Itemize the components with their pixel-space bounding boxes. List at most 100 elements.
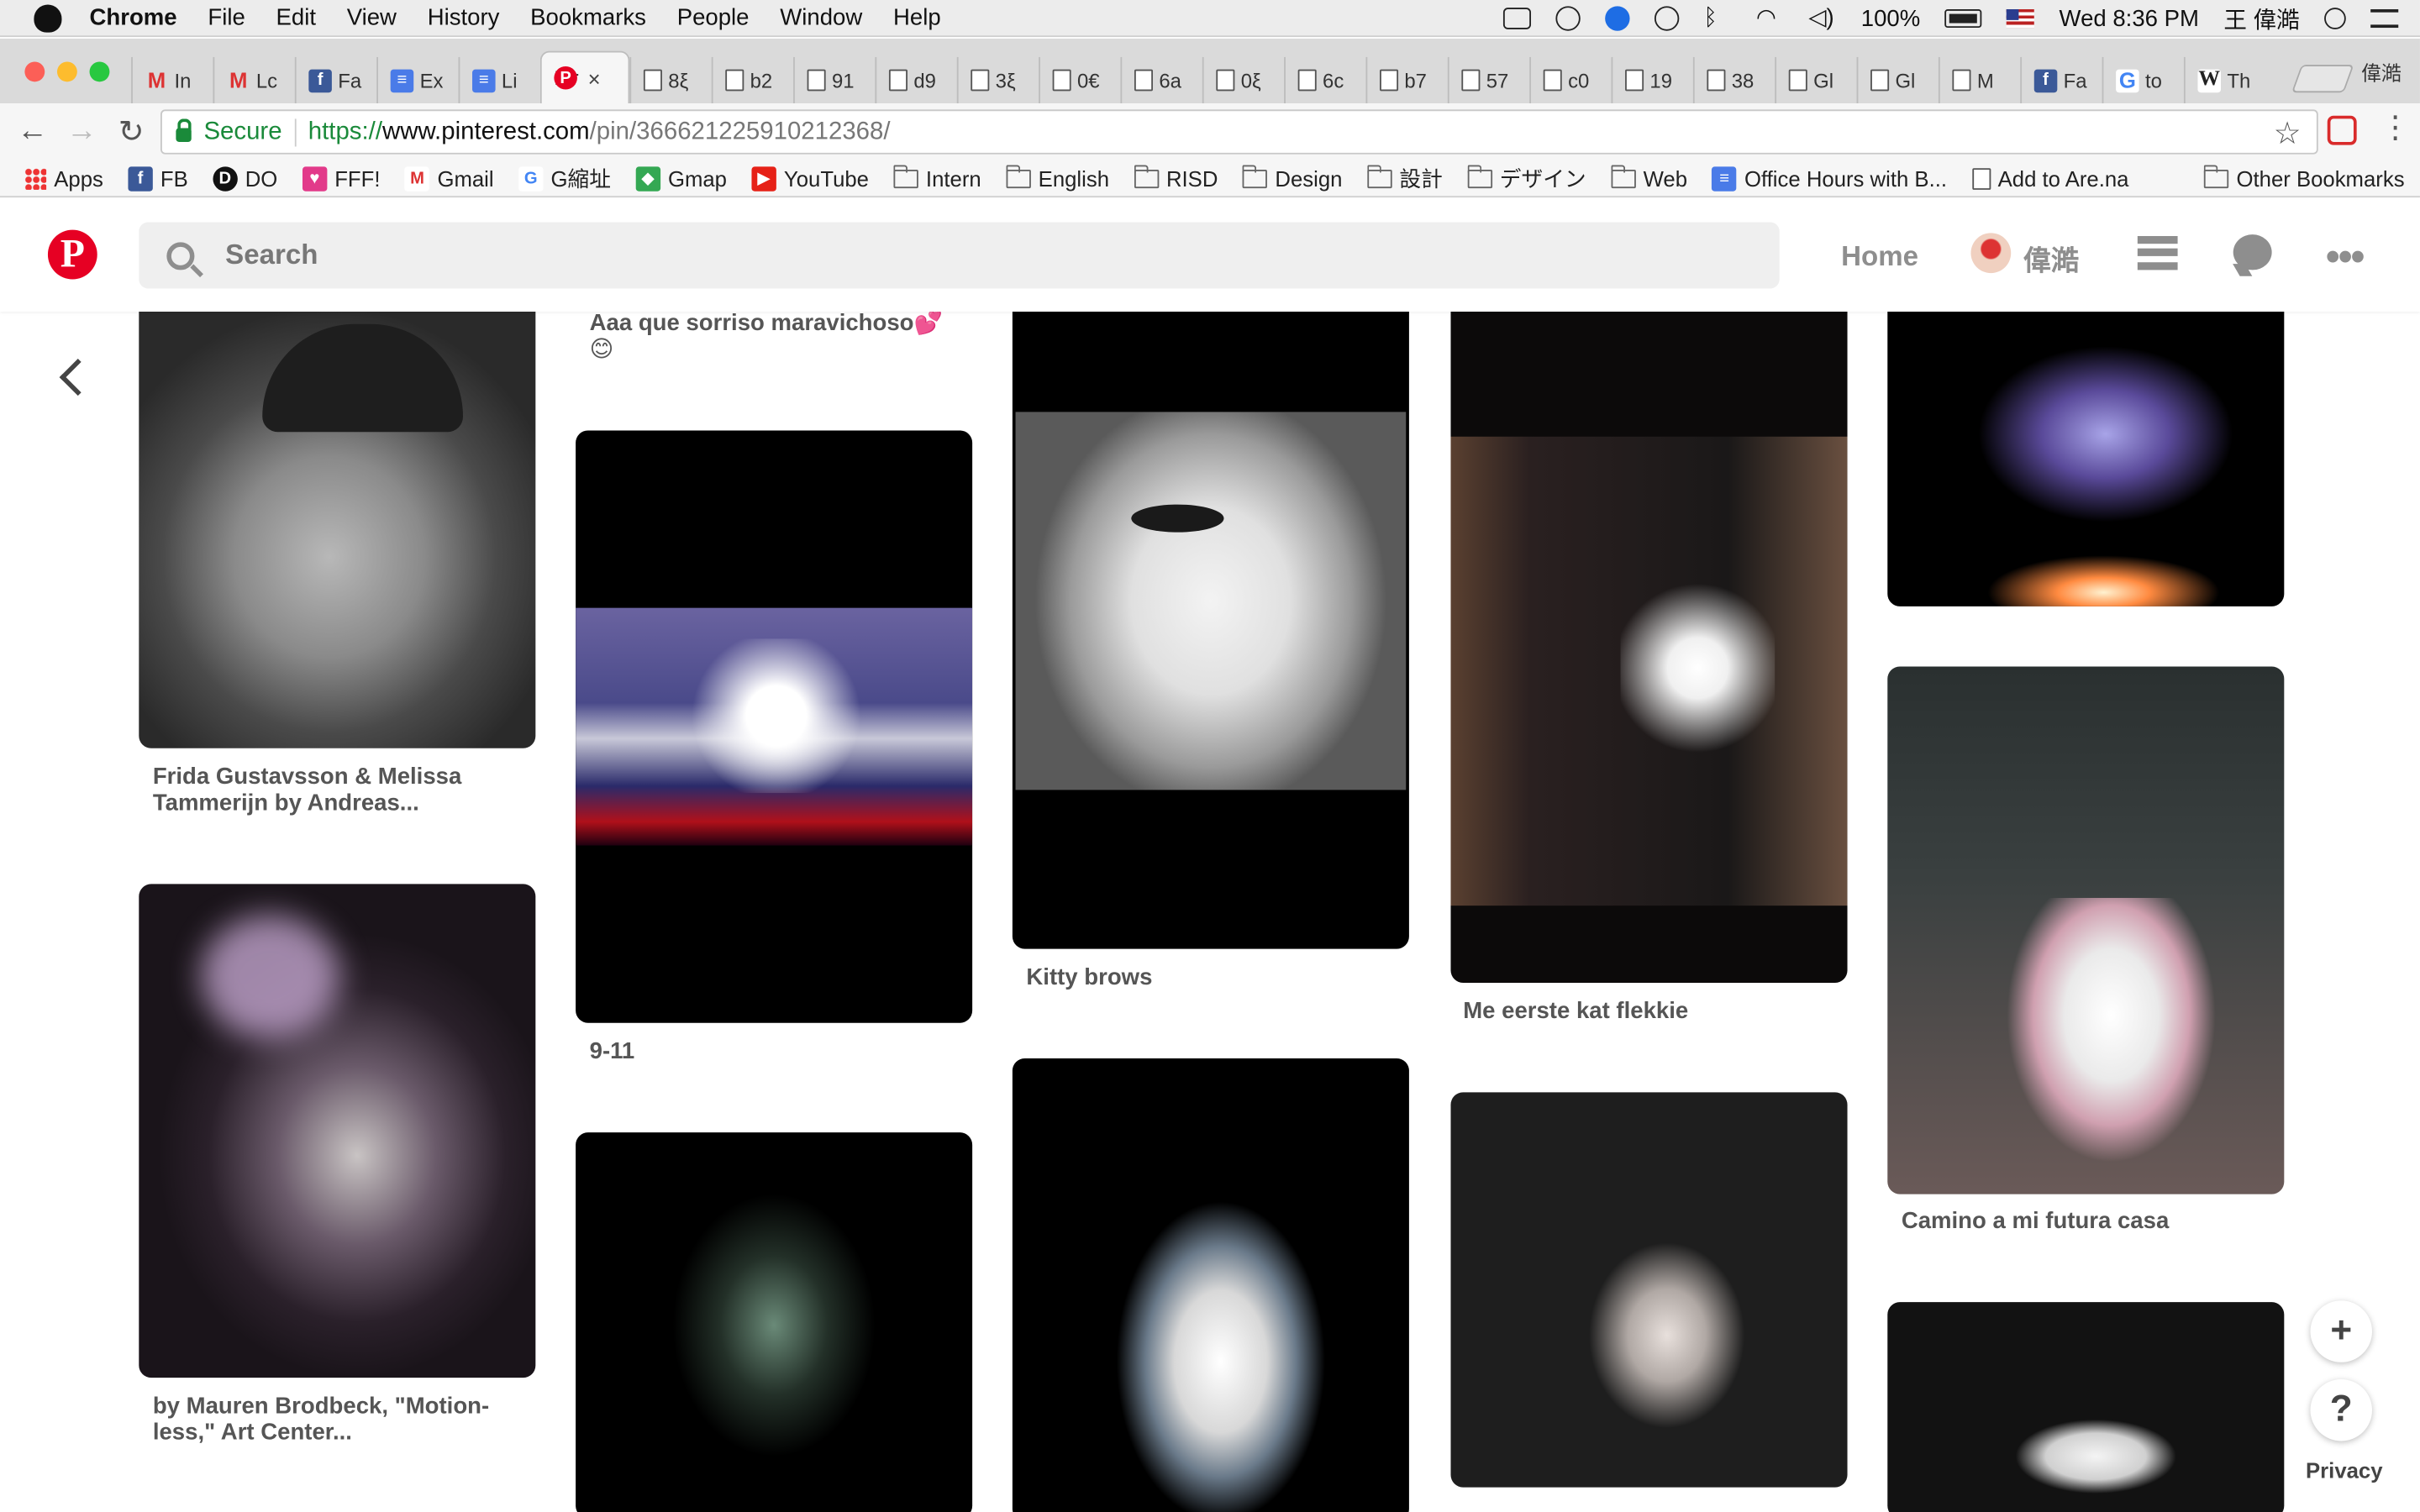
reload-icon[interactable]: ↻: [114, 115, 148, 150]
pin-image[interactable]: [1450, 1092, 1848, 1488]
pinterest-logo-icon[interactable]: P: [47, 229, 97, 280]
pin-image[interactable]: [576, 430, 973, 1023]
user-menu[interactable]: 王 偉澔: [2223, 3, 2299, 35]
tab[interactable]: Gl: [1775, 56, 1856, 104]
bookmark-item[interactable]: Web: [1611, 164, 1687, 191]
tab[interactable]: 38: [1692, 56, 1775, 104]
pin-image[interactable]: [1887, 292, 2285, 606]
bookmark-item[interactable]: ◆ Gmap: [635, 165, 727, 191]
pin-caption[interactable]: Kitty brows: [1026, 964, 1152, 990]
pin-image[interactable]: [1887, 666, 2285, 1194]
tab[interactable]: M In: [131, 56, 213, 104]
tab[interactable]: 91: [793, 56, 875, 104]
home-link[interactable]: Home: [1841, 241, 1918, 274]
pin-image[interactable]: [1012, 1058, 1409, 1512]
menu-view[interactable]: View: [347, 5, 397, 31]
chrome-menu-icon[interactable]: ⋮: [2380, 113, 2411, 144]
tab[interactable]: M Lc: [213, 56, 294, 104]
back-icon[interactable]: ←: [15, 114, 49, 149]
bookmark-item[interactable]: G G縮址: [518, 163, 611, 194]
tab[interactable]: b7: [1365, 56, 1447, 104]
menu-edit[interactable]: Edit: [276, 5, 316, 31]
tab[interactable]: d9: [875, 56, 956, 104]
app-tray-icon[interactable]: [1604, 6, 1630, 31]
bookmark-item[interactable]: ♥ FFF!: [302, 165, 380, 191]
tab[interactable]: W Th: [2183, 56, 2265, 104]
tab[interactable]: ≡ Ex: [376, 56, 458, 104]
tab-active[interactable]: PPir×: [539, 50, 630, 104]
apple-icon[interactable]: [34, 3, 62, 32]
menu-window[interactable]: Window: [780, 5, 862, 31]
address-bar[interactable]: Secure https://www.pinterest.com/pin/366…: [160, 109, 2318, 155]
tab[interactable]: 3ξ: [956, 56, 1039, 104]
bookmark-item[interactable]: ▶ YouTube: [751, 165, 869, 191]
tab[interactable]: ≡ Li: [458, 56, 539, 104]
volume-icon[interactable]: ◁): [1808, 6, 1836, 29]
pin-image[interactable]: [139, 292, 536, 748]
bookmark-item[interactable]: M Gmail: [404, 165, 494, 191]
pin-caption[interactable]: 9-11: [590, 1038, 635, 1064]
tab[interactable]: 6a: [1120, 56, 1202, 104]
pin-image[interactable]: [1450, 292, 1848, 983]
menu-bookmarks[interactable]: Bookmarks: [530, 5, 646, 31]
menu-file[interactable]: File: [208, 5, 245, 31]
dropbox-icon[interactable]: [1502, 8, 1531, 29]
close-window-button[interactable]: [24, 60, 45, 81]
secure-label[interactable]: Secure: [203, 118, 281, 146]
bookmark-item[interactable]: Design: [1242, 164, 1342, 191]
profile-name[interactable]: 偉澔: [2361, 56, 2402, 86]
minimize-window-button[interactable]: [56, 60, 77, 81]
profile-link[interactable]: 偉澔: [2023, 239, 2079, 280]
bookmark-item[interactable]: Add to Are.na: [1971, 165, 2128, 191]
avatar[interactable]: [1970, 233, 2012, 274]
menu-icon[interactable]: [2137, 236, 2178, 270]
tab[interactable]: Gl: [1856, 56, 1939, 104]
tab[interactable]: f Fa: [2020, 56, 2102, 104]
tab[interactable]: M: [1938, 56, 2020, 104]
tab[interactable]: 57: [1447, 56, 1529, 104]
tab[interactable]: 0€: [1039, 56, 1120, 104]
spotlight-icon[interactable]: [2324, 8, 2346, 29]
bookmark-item[interactable]: Apps: [24, 165, 103, 191]
bookmark-item[interactable]: 設計: [1366, 163, 1443, 194]
close-tab-icon[interactable]: ×: [588, 66, 601, 90]
bookmark-item[interactable]: English: [1006, 164, 1109, 191]
zoom-window-button[interactable]: [89, 60, 110, 81]
new-tab-button[interactable]: [2291, 65, 2354, 93]
pin-caption[interactable]: Me eerste kat flekkie: [1463, 998, 1688, 1024]
url-text[interactable]: https://www.pinterest.com/pin/3666212259…: [308, 118, 891, 146]
pin-caption[interactable]: by Mauren Brodbeck, "Motion-less," Art C…: [153, 1394, 516, 1446]
input-source-flag-icon[interactable]: [2007, 9, 2035, 29]
tab[interactable]: Gto: [2102, 56, 2184, 104]
tab[interactable]: c0: [1529, 56, 1611, 104]
tab[interactable]: 8ξ: [629, 56, 711, 104]
bookmark-item[interactable]: f FB: [128, 165, 188, 191]
pin-caption[interactable]: Aaa que sorriso maravichoso💕😊: [590, 310, 953, 362]
bookmark-item[interactable]: デザイン: [1467, 163, 1586, 194]
tab[interactable]: f Fa: [294, 56, 376, 104]
bookmark-item[interactable]: ≡ Office Hours with B...: [1712, 165, 1947, 191]
tab[interactable]: 0ξ: [1202, 56, 1284, 104]
lock-icon[interactable]: [176, 118, 192, 142]
bookmark-item[interactable]: Intern: [893, 164, 981, 191]
pin-caption[interactable]: Frida Gustavsson & Melissa Tammerijn by …: [153, 764, 508, 816]
more-options-icon[interactable]: •••: [2326, 233, 2365, 281]
tab[interactable]: 19: [1611, 56, 1693, 104]
notification-center-icon[interactable]: [2370, 9, 2399, 29]
pin-image[interactable]: [139, 884, 536, 1378]
bookmark-item[interactable]: RISD: [1134, 164, 1218, 191]
messages-icon[interactable]: [2233, 234, 2272, 270]
pin-caption[interactable]: Camino a mi futura casa: [1902, 1208, 2169, 1234]
help-button[interactable]: ?: [2310, 1379, 2373, 1441]
bookmark-star-icon[interactable]: ☆: [2274, 114, 2302, 153]
creative-cloud-icon[interactable]: [1555, 6, 1581, 31]
battery-icon[interactable]: [1944, 9, 1982, 29]
tab[interactable]: b2: [711, 56, 793, 104]
time-machine-icon[interactable]: [1654, 6, 1680, 31]
bluetooth-icon[interactable]: ᛒ: [1703, 6, 1731, 29]
pin-image[interactable]: [576, 1132, 973, 1512]
pin-image[interactable]: [1012, 292, 1409, 949]
extension-icon[interactable]: [2327, 115, 2357, 145]
clock[interactable]: Wed 8:36 PM: [2060, 5, 2199, 31]
bookmark-item[interactable]: D DO: [213, 165, 277, 191]
